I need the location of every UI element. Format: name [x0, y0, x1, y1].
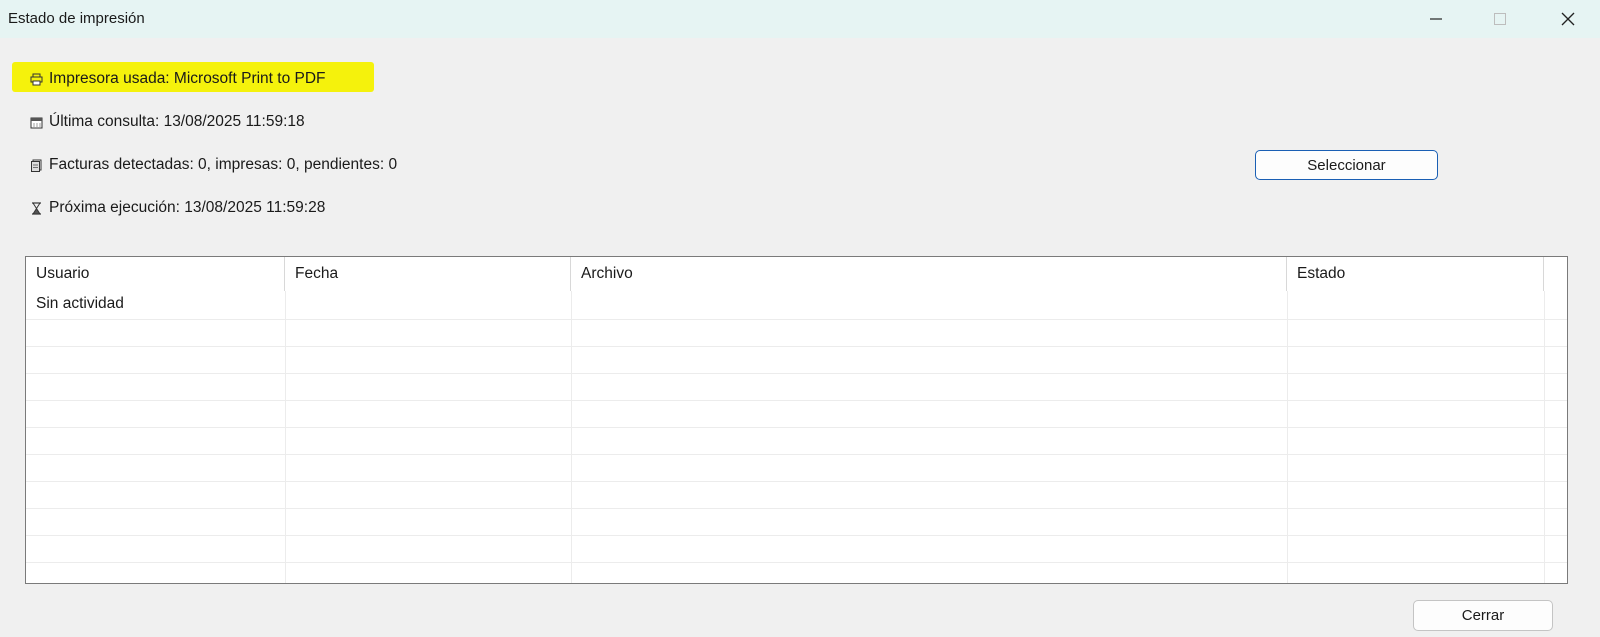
row-divider: [26, 319, 1567, 320]
printer-icon: [30, 73, 43, 85]
close-button[interactable]: Cerrar: [1413, 600, 1553, 631]
close-icon: [1561, 12, 1575, 26]
last-query-label: Última consulta: 13/08/2025 11:59:18: [49, 113, 305, 130]
column-header-usuario[interactable]: Usuario: [26, 257, 285, 291]
row-divider: [26, 400, 1567, 401]
next-run-label: Próxima ejecución: 13/08/2025 11:59:28: [49, 199, 326, 216]
cell-usuario: Sin actividad: [36, 295, 124, 312]
printer-label: Impresora usada: Microsoft Print to PDF: [49, 70, 326, 87]
row-divider: [26, 562, 1567, 563]
minimize-button[interactable]: [1404, 0, 1468, 38]
row-divider: [26, 373, 1567, 374]
invoices-line: Facturas detectadas: 0, impresas: 0, pen…: [30, 156, 397, 174]
printer-line: Impresora usada: Microsoft Print to PDF: [30, 70, 326, 88]
last-query-line: Última consulta: 13/08/2025 11:59:18: [30, 113, 305, 131]
row-divider: [26, 427, 1567, 428]
minimize-icon: [1430, 18, 1442, 20]
invoices-label: Facturas detectadas: 0, impresas: 0, pen…: [49, 156, 398, 173]
maximize-icon: [1494, 13, 1506, 25]
column-divider: [285, 291, 286, 583]
row-divider: [26, 346, 1567, 347]
hourglass-icon: [32, 201, 41, 215]
window-title: Estado de impresión: [8, 10, 145, 27]
row-divider: [26, 454, 1567, 455]
row-divider: [26, 481, 1567, 482]
next-run-line: Próxima ejecución: 13/08/2025 11:59:28: [30, 199, 325, 217]
column-divider: [1544, 291, 1545, 583]
document-icon: [31, 159, 42, 172]
column-header-archivo[interactable]: Archivo: [571, 257, 1287, 291]
row-divider: [26, 535, 1567, 536]
table-header: Usuario Fecha Archivo Estado: [26, 257, 1567, 291]
column-divider: [571, 291, 572, 583]
column-divider: [1287, 291, 1288, 583]
column-header-estado[interactable]: Estado: [1287, 257, 1544, 291]
row-divider: [26, 508, 1567, 509]
calendar-icon: [30, 117, 43, 128]
title-bar: Estado de impresión: [0, 0, 1600, 38]
close-window-button[interactable]: [1536, 0, 1600, 38]
column-header-fecha[interactable]: Fecha: [285, 257, 571, 291]
activity-table[interactable]: Usuario Fecha Archivo Estado Sin activid…: [25, 256, 1568, 584]
maximize-button[interactable]: [1468, 0, 1532, 38]
select-button[interactable]: Seleccionar: [1255, 150, 1438, 180]
table-row[interactable]: Sin actividad: [36, 295, 124, 313]
